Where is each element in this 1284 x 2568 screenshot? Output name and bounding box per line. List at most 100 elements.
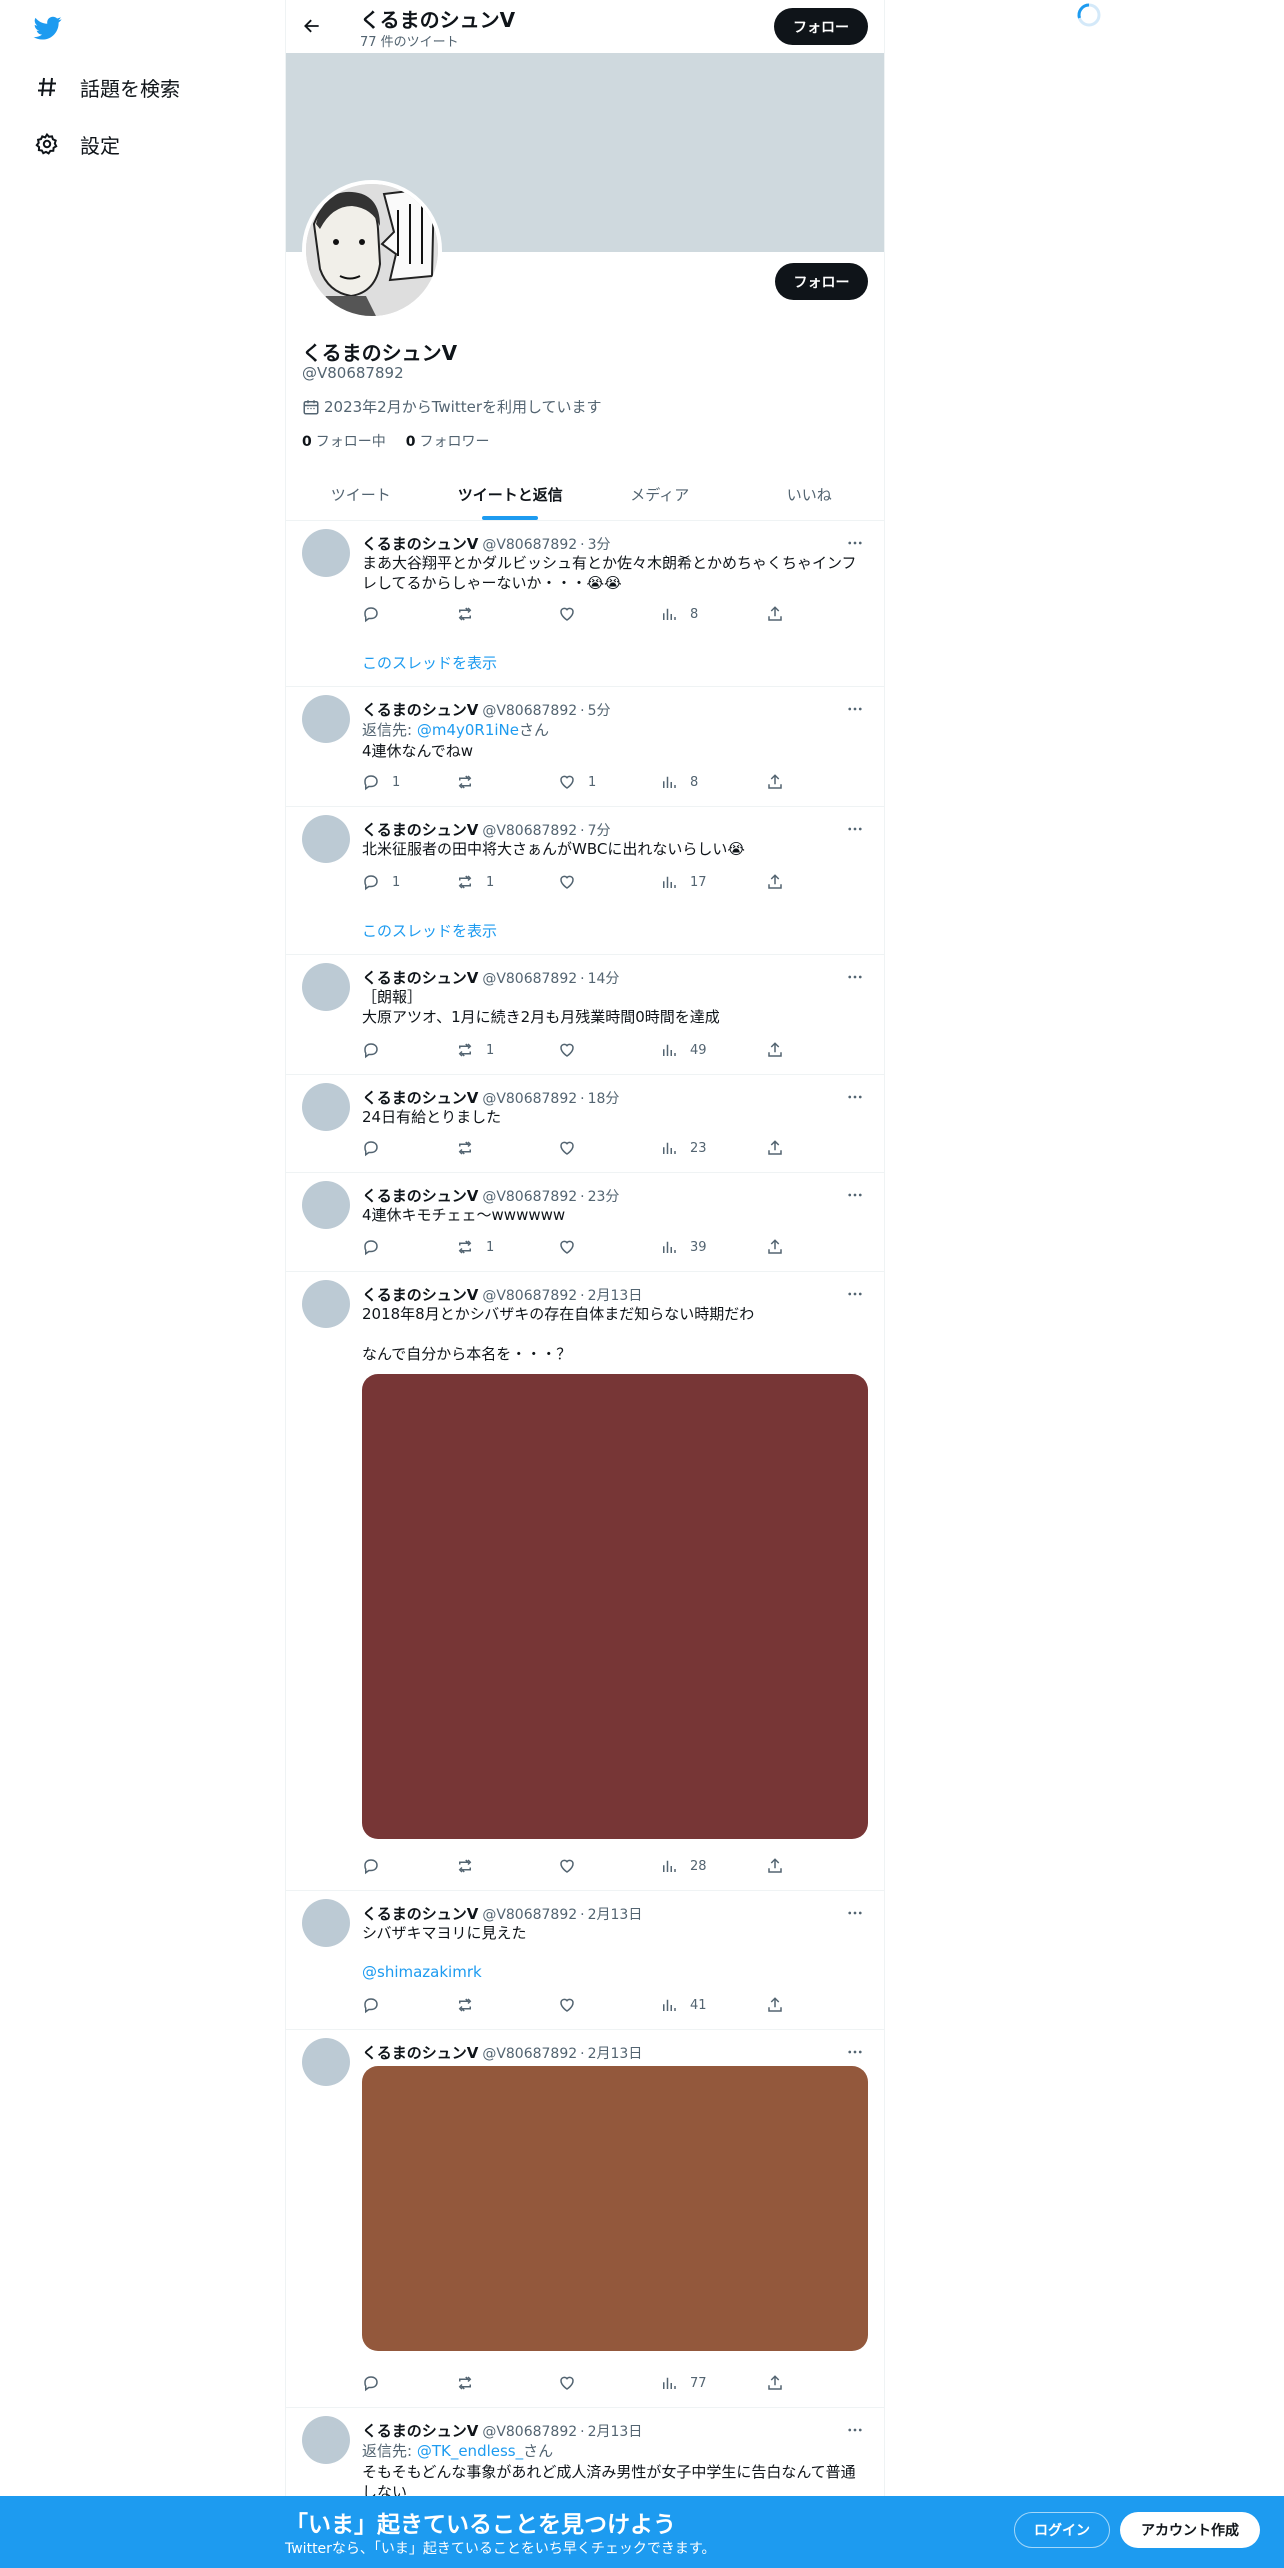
tweet-author-name[interactable]: くるまのシュンV	[362, 2420, 478, 2441]
avatar[interactable]	[302, 529, 350, 577]
share-button[interactable]	[766, 1856, 784, 1876]
views-button[interactable]: 77	[660, 2373, 707, 2393]
profile-follow-button[interactable]: フォロー	[775, 263, 868, 300]
like-button[interactable]	[558, 1040, 588, 1060]
reply-button[interactable]	[362, 604, 392, 624]
share-button[interactable]	[766, 772, 784, 792]
tweet-image[interactable]	[362, 2066, 868, 2351]
tweet-author-name[interactable]: くるまのシュンV	[362, 533, 478, 554]
more-options-icon[interactable]	[842, 699, 868, 719]
more-options-icon[interactable]	[842, 967, 868, 987]
more-options-icon[interactable]	[842, 1903, 868, 1923]
tweet-timestamp[interactable]: 2月13日	[588, 2043, 643, 2063]
tweet-author-handle[interactable]: @V80687892	[482, 1288, 577, 1304]
tweet-author-name[interactable]: くるまのシュンV	[362, 699, 478, 720]
share-button[interactable]	[766, 2373, 784, 2393]
more-options-icon[interactable]	[842, 2042, 868, 2062]
tweet[interactable]: くるまのシュンV @V80687892 · 2月13日 77	[286, 2030, 884, 2408]
avatar[interactable]	[302, 2038, 350, 2086]
sidebar-item-explore[interactable]: 話題を検索	[30, 67, 180, 107]
share-button[interactable]	[766, 1040, 784, 1060]
views-button[interactable]: 39	[660, 1237, 707, 1257]
avatar[interactable]	[302, 1280, 350, 1328]
views-button[interactable]: 41	[660, 1995, 707, 2015]
back-arrow-icon[interactable]	[298, 12, 326, 40]
reply-to-link[interactable]: @m4y0R1iNe	[417, 721, 519, 739]
reply-to-link[interactable]: @TK_endless_	[417, 2442, 523, 2460]
tweet-author-handle[interactable]: @V80687892	[482, 703, 577, 719]
tweet-author-name[interactable]: くるまのシュンV	[362, 967, 478, 988]
reply-button[interactable]	[362, 1040, 392, 1060]
tweet-author-name[interactable]: くるまのシュンV	[362, 1087, 478, 1108]
tweet[interactable]: くるまのシュンV @V80687892 · 14分 ［朗報］ 大原アツオ、1月に続き2月…	[286, 955, 884, 1075]
avatar[interactable]	[302, 1899, 350, 1947]
tweet-timestamp[interactable]: 23分	[588, 1186, 620, 1206]
retweet-button[interactable]: 1	[456, 872, 494, 892]
tweet-author-handle[interactable]: @V80687892	[482, 537, 577, 553]
avatar[interactable]	[302, 815, 350, 863]
login-button[interactable]: ログイン	[1014, 2512, 1110, 2548]
tweet[interactable]: くるまのシュンV @V80687892 · 18分 24日有給とりました 23	[286, 1075, 884, 1173]
retweet-button[interactable]	[456, 604, 486, 624]
views-button[interactable]: 8	[660, 604, 698, 624]
more-options-icon[interactable]	[842, 1284, 868, 1304]
more-options-icon[interactable]	[842, 1087, 868, 1107]
tweet-author-name[interactable]: くるまのシュンV	[362, 1284, 478, 1305]
more-options-icon[interactable]	[842, 1185, 868, 1205]
tweet-timestamp[interactable]: 3分	[588, 534, 611, 554]
tweet-timestamp[interactable]: 14分	[588, 968, 620, 988]
reply-button[interactable]	[362, 1237, 392, 1257]
followers-link[interactable]: 0 フォロワー	[406, 431, 490, 451]
sidebar-item-settings[interactable]: 設定	[30, 124, 120, 164]
tweet-author-name[interactable]: くるまのシュンV	[362, 819, 478, 840]
show-thread-link[interactable]: このスレッドを表示	[362, 652, 497, 673]
twitter-logo-icon[interactable]	[32, 14, 64, 42]
retweet-button[interactable]: 1	[456, 1237, 494, 1257]
tweet-author-name[interactable]: くるまのシュンV	[362, 2042, 478, 2063]
views-button[interactable]: 17	[660, 872, 707, 892]
tweet-image[interactable]	[362, 1374, 868, 1839]
like-button[interactable]	[558, 1237, 588, 1257]
tab-tweets[interactable]: ツイート	[286, 468, 436, 520]
like-button[interactable]	[558, 1138, 588, 1158]
retweet-button[interactable]	[456, 1995, 486, 2015]
avatar[interactable]	[302, 1181, 350, 1229]
views-button[interactable]: 28	[660, 1856, 707, 1876]
tweet-timestamp[interactable]: 18分	[588, 1088, 620, 1108]
more-options-icon[interactable]	[842, 819, 868, 839]
avatar[interactable]	[302, 695, 350, 743]
retweet-button[interactable]	[456, 772, 486, 792]
reply-button[interactable]: 1	[362, 872, 400, 892]
reply-button[interactable]	[362, 1138, 392, 1158]
reply-button[interactable]: 1	[362, 772, 400, 792]
more-options-icon[interactable]	[842, 533, 868, 553]
like-button[interactable]	[558, 604, 588, 624]
avatar[interactable]	[302, 2416, 350, 2464]
tweet-author-handle[interactable]: @V80687892	[482, 1091, 577, 1107]
views-button[interactable]: 49	[660, 1040, 707, 1060]
like-button[interactable]	[558, 2373, 588, 2393]
tweet-author-handle[interactable]: @V80687892	[482, 2424, 577, 2440]
tab-tweets-and-replies[interactable]: ツイートと返信	[436, 468, 586, 520]
retweet-button[interactable]: 1	[456, 1040, 494, 1060]
tweet-author-handle[interactable]: @V80687892	[482, 823, 577, 839]
share-button[interactable]	[766, 1995, 784, 2015]
share-button[interactable]	[766, 1138, 784, 1158]
tweet[interactable]: くるまのシュンV @V80687892 · 2月13日 シバザキマヨリに見えた @shim…	[286, 1891, 884, 2030]
tweet-timestamp[interactable]: 2月13日	[588, 1285, 643, 1305]
retweet-button[interactable]	[456, 2373, 486, 2393]
tab-likes[interactable]: いいね	[735, 468, 885, 520]
mention-link[interactable]: @shimazakimrk	[362, 1963, 868, 1981]
share-button[interactable]	[766, 604, 784, 624]
avatar[interactable]	[302, 1083, 350, 1131]
tab-media[interactable]: メディア	[585, 468, 735, 520]
header-follow-button[interactable]: フォロー	[774, 8, 868, 45]
tweet-author-handle[interactable]: @V80687892	[482, 971, 577, 987]
profile-avatar[interactable]	[302, 180, 442, 320]
tweet[interactable]: くるまのシュンV @V80687892 · 3分 まあ大谷翔平とかダルビッシュ有とか佐々…	[286, 521, 884, 687]
reply-button[interactable]	[362, 1995, 392, 2015]
like-button[interactable]: 1	[558, 772, 596, 792]
following-link[interactable]: 0 フォロー中	[302, 431, 386, 451]
views-button[interactable]: 23	[660, 1138, 707, 1158]
share-button[interactable]	[766, 872, 784, 892]
